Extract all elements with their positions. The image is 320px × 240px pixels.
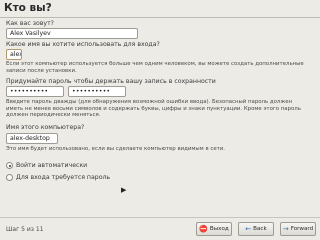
login-note: Если этот компьютер используется больше … (6, 61, 304, 74)
require-password-label[interactable]: Для входа требуется пароль (16, 174, 110, 181)
forward-button[interactable]: → Forward (280, 222, 316, 236)
computer-name-field[interactable]: alex-desktop (6, 133, 58, 144)
password-label: Придумайте пароль чтобы держать вашу зап… (6, 78, 216, 85)
require-password-radio[interactable] (6, 174, 13, 181)
page-title: Кто вы? (0, 0, 320, 17)
password-note: Введите пароль дважды (для обнаружения в… (6, 99, 301, 119)
auto-login-label[interactable]: Войти автоматически (16, 162, 87, 169)
quit-button[interactable]: ⛔ Выход (196, 222, 232, 236)
login-field[interactable]: alex (6, 49, 22, 60)
back-button[interactable]: ← Back (238, 222, 274, 236)
quit-label: Выход (209, 226, 229, 232)
name-field[interactable]: Alex Vasilyev (6, 28, 138, 39)
password-confirm-field[interactable]: •••••••••• (68, 86, 126, 97)
login-label: Какое имя вы хотите использовать для вхо… (6, 41, 160, 48)
title-divider (0, 17, 320, 18)
forward-label: Forward (290, 226, 314, 232)
name-label: Как вас зовут? (6, 20, 54, 27)
auto-login-radio[interactable] (6, 162, 13, 169)
quit-icon: ⛔ (199, 224, 208, 233)
mouse-pointer-icon: ▶ (121, 186, 127, 194)
footer-divider (0, 217, 320, 218)
computer-name-label: Имя этого компьютера? (6, 124, 85, 131)
back-label: Back (253, 226, 267, 232)
forward-arrow-icon: → (282, 224, 289, 233)
password-field[interactable]: •••••••••• (6, 86, 64, 97)
computer-name-note: Это имя будет использовано, если вы сдел… (6, 146, 225, 152)
back-arrow-icon: ← (245, 224, 252, 233)
step-indicator: Шаг 5 из 11 (6, 226, 44, 233)
